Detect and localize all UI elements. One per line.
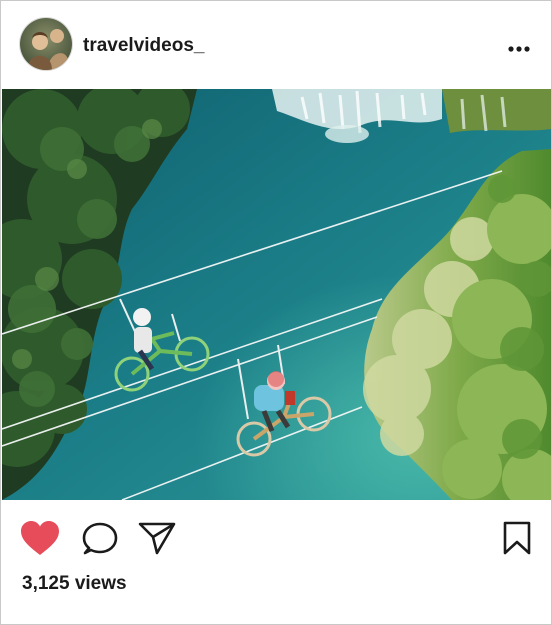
views-count: 3,125 views: [22, 573, 127, 594]
avatar[interactable]: [20, 18, 72, 70]
more-horizontal-icon[interactable]: [506, 39, 532, 59]
comment-bubble-icon[interactable]: [81, 521, 119, 557]
bookmark-icon[interactable]: [501, 520, 533, 556]
post-card: travelvideos_ 3,125 views: [0, 0, 552, 625]
username[interactable]: travelvideos_: [83, 36, 204, 56]
post-video[interactable]: [2, 89, 551, 500]
action-bar: [1, 511, 551, 571]
post-header: travelvideos_: [1, 1, 551, 89]
paper-plane-icon[interactable]: [137, 520, 177, 556]
heart-icon[interactable]: [19, 519, 61, 559]
